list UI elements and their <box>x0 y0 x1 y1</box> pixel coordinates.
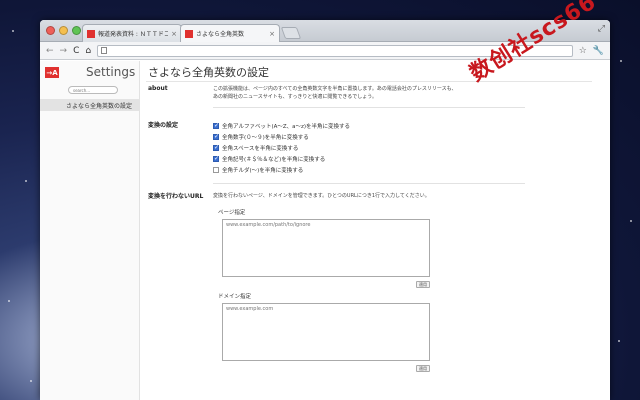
back-icon[interactable]: ← <box>46 46 54 56</box>
close-tab-icon[interactable]: × <box>171 30 177 38</box>
conversion-label: 変換の設定 <box>148 122 179 129</box>
digits-checkbox[interactable] <box>213 133 219 140</box>
symbols-checkbox[interactable] <box>213 155 219 162</box>
bookmark-star-icon[interactable]: ☆ <box>579 46 587 56</box>
about-text: この拡張機能は、ページ内のすべての全角英数文字を半角に置換します。あの電話会社の… <box>213 86 457 100</box>
tab-sayonara-settings[interactable]: さよなら全角英数 × <box>180 24 280 42</box>
zoom-window-button[interactable] <box>72 26 81 35</box>
page-url-textarea[interactable] <box>222 219 430 277</box>
sidebar-item-settings[interactable]: さよなら全角英数の設定 <box>40 99 140 111</box>
reload-icon[interactable]: C <box>73 46 79 56</box>
option-digits[interactable]: 全角数字(０〜９)を半角に変換する <box>213 133 309 141</box>
page-icon <box>101 47 108 54</box>
docomo-favicon-icon <box>87 29 95 38</box>
alphabet-checkbox[interactable] <box>213 122 219 129</box>
page-content: →A Settings さよなら全角英数の設定 さよなら全角英数の設定 abou… <box>40 61 610 400</box>
section-divider <box>213 107 525 108</box>
browser-window: 報道発表資料 : ＮＴＴドコモと × さよなら全角英数 × ⤢ ← → C ⌂ … <box>40 20 610 400</box>
exclude-description: 変換を行わないページ、ドメインを管理できます。ひとつのURLにつき1行で入力して… <box>213 193 430 199</box>
close-window-button[interactable] <box>46 26 55 35</box>
settings-sidebar: →A Settings さよなら全角英数の設定 <box>40 61 140 400</box>
domain-textarea[interactable] <box>222 303 430 361</box>
domain-apply-button[interactable]: 適用 <box>416 365 430 372</box>
domain-spec-label: ドメイン指定 <box>218 294 252 300</box>
tab-press-release[interactable]: 報道発表資料 : ＮＴＴドコモと × <box>82 24 182 42</box>
option-symbols[interactable]: 全角記号(＃＄％＆など)を半角に変換する <box>213 155 325 163</box>
option-space[interactable]: 全角スペースを半角に変換する <box>213 144 298 152</box>
home-icon[interactable]: ⌂ <box>85 46 91 56</box>
space-checkbox[interactable] <box>213 144 219 151</box>
exclude-label: 変換を行わないURL <box>148 193 204 200</box>
page-apply-button[interactable]: 適用 <box>416 281 430 288</box>
minimize-window-button[interactable] <box>59 26 68 35</box>
option-alphabet[interactable]: 全角アルファベット(A〜Z、a〜z)を半角に変換する <box>213 122 350 130</box>
extension-logo-icon: →A <box>45 67 59 78</box>
page-title: さよなら全角英数の設定 <box>148 66 269 79</box>
wrench-icon[interactable]: 🔧 <box>593 46 604 56</box>
sidebar-search-input[interactable] <box>68 86 118 94</box>
title-divider <box>146 81 592 82</box>
about-label: about <box>148 85 168 92</box>
window-controls <box>46 26 81 35</box>
forward-icon[interactable]: → <box>60 46 68 56</box>
sidebar-title: Settings <box>86 65 136 79</box>
new-tab-button[interactable] <box>280 27 302 39</box>
extension-favicon-icon <box>185 29 193 38</box>
settings-main: さよなら全角英数の設定 about この拡張機能は、ページ内のすべての全角英数文… <box>140 61 610 400</box>
section-divider <box>213 183 525 184</box>
sidebar-item-label: さよなら全角英数の設定 <box>65 102 132 110</box>
close-tab-icon[interactable]: × <box>269 30 275 38</box>
page-spec-label: ページ指定 <box>218 210 246 216</box>
tilde-checkbox[interactable] <box>213 167 219 173</box>
fullscreen-icon[interactable]: ⤢ <box>598 24 605 34</box>
option-tilde[interactable]: 全角チルダ(〜)を半角に変換する <box>213 166 303 174</box>
